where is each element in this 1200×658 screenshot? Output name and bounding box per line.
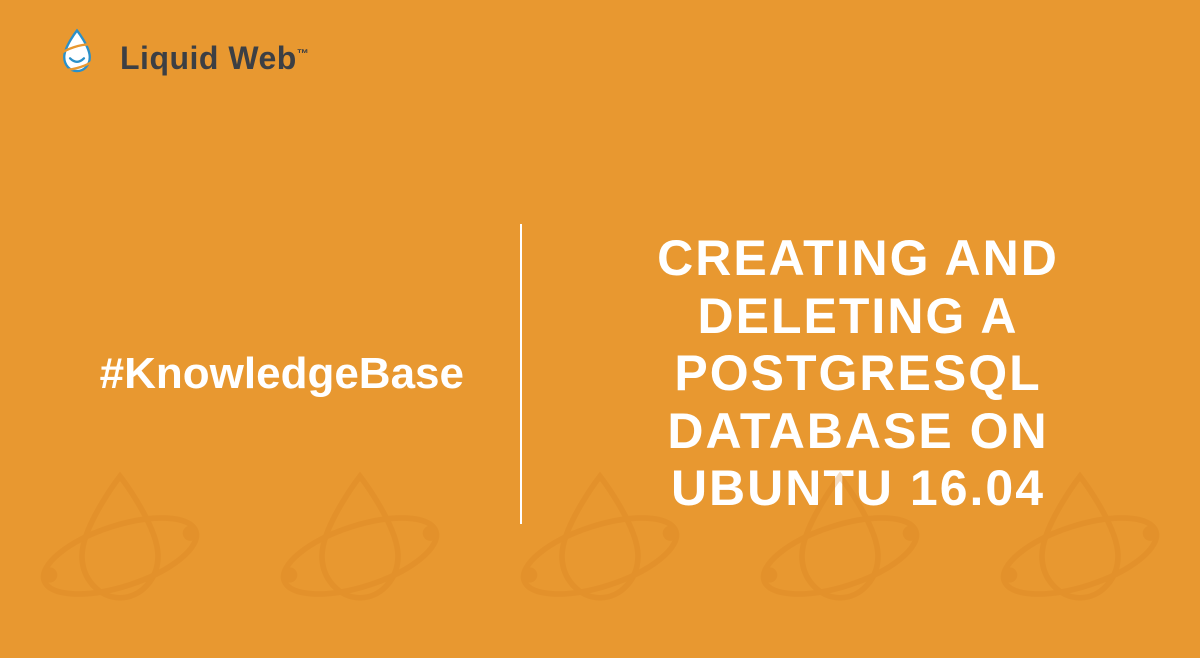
liquidweb-logo-icon	[48, 27, 106, 90]
hashtag-block: #KnowledgeBase	[40, 349, 520, 399]
title-block: CREATING AND DELETING A POSTGRESQL DATAB…	[522, 230, 1160, 518]
knowledgebase-hashtag: #KnowledgeBase	[40, 349, 464, 399]
article-title: CREATING AND DELETING A POSTGRESQL DATAB…	[578, 230, 1138, 518]
hero-content: #KnowledgeBase CREATING AND DELETING A P…	[0, 180, 1200, 628]
brand-logo: Liquid Web™	[48, 28, 309, 88]
brand-name: Liquid Web™	[120, 40, 309, 77]
